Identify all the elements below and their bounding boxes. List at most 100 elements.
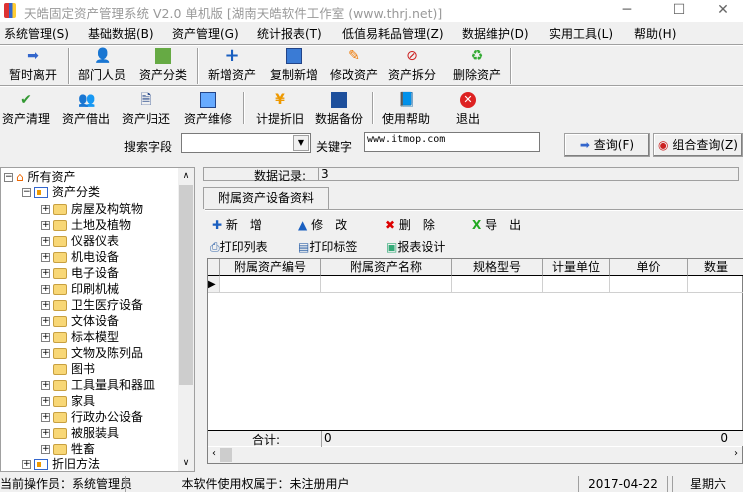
table-cell[interactable]: [610, 276, 688, 293]
column-header[interactable]: 附属资产编号: [220, 259, 321, 276]
scroll-up-icon[interactable]: ∧: [178, 168, 194, 184]
menu-asset-management[interactable]: 资产管理(G): [172, 25, 239, 42]
combo-query-button[interactable]: ◉ 组合查询(Z): [653, 133, 743, 157]
expand-icon[interactable]: +: [41, 429, 50, 438]
toolbar-separator: [510, 48, 512, 84]
tree-node-item[interactable]: + 牲畜: [41, 441, 95, 457]
scroll-thumb[interactable]: [220, 448, 232, 462]
tree-node-item[interactable]: + 卫生医疗设备: [41, 297, 143, 313]
tree-node-root[interactable]: − ⌂ 所有资产: [4, 169, 75, 185]
add-button[interactable]: ✚ 新 增: [212, 216, 262, 233]
tree-node-item[interactable]: + 被服装具: [41, 425, 119, 441]
tree-node-item[interactable]: + 工具量具和器皿: [41, 377, 155, 393]
column-header[interactable]: 规格型号: [452, 259, 543, 276]
menu-reports[interactable]: 统计报表(T): [257, 25, 322, 42]
expand-icon[interactable]: +: [22, 460, 31, 469]
table-cell[interactable]: [688, 276, 743, 293]
collapse-icon[interactable]: −: [4, 173, 13, 182]
export-button[interactable]: X 导 出: [472, 216, 521, 233]
tree-scrollbar[interactable]: ∧ ∨: [178, 168, 194, 471]
menu-tools[interactable]: 实用工具(L): [549, 25, 613, 42]
toolbar-repair-button[interactable]: 资产维修: [178, 92, 238, 127]
maximize-button[interactable]: ☐: [656, 0, 702, 22]
menu-consumables[interactable]: 低值易耗品管理(Z): [342, 25, 444, 42]
expand-icon[interactable]: +: [41, 301, 50, 310]
toolbar-clear-button[interactable]: ✔ 资产清理: [0, 92, 56, 127]
tree-node-category[interactable]: − 资产分类: [22, 184, 100, 200]
toolbar-depreciation-button[interactable]: ¥ 计提折旧: [250, 92, 310, 127]
toolbar-split-asset-button[interactable]: ⊘ 资产拆分: [382, 48, 442, 83]
query-button[interactable]: ➡ 查询(F): [564, 133, 650, 157]
tree-node-label: 资产分类: [52, 185, 101, 199]
card-icon: [34, 459, 48, 470]
scroll-thumb[interactable]: [179, 185, 193, 385]
tree-node-depreciation[interactable]: + 折旧方法: [22, 456, 100, 472]
expand-icon[interactable]: +: [41, 381, 50, 390]
toolbar-backup-button[interactable]: 数据备份: [309, 92, 369, 127]
tree-node-item[interactable]: + 标本模型: [41, 329, 119, 345]
delete-button[interactable]: ✖ 删 除: [385, 216, 435, 233]
tree-node-item[interactable]: + 房屋及构筑物: [41, 201, 143, 217]
column-header[interactable]: 数量: [688, 259, 743, 276]
minimize-button[interactable]: ─: [604, 0, 650, 22]
toolbar-quit-button[interactable]: ✕ 退出: [438, 92, 498, 127]
tree-node-item[interactable]: + 文物及陈列品: [41, 345, 143, 361]
column-header[interactable]: 附属资产名称: [321, 259, 452, 276]
toolbar-category-button[interactable]: 资产分类: [133, 48, 193, 83]
expand-icon[interactable]: +: [41, 413, 50, 422]
tree-node-item[interactable]: + 家具: [41, 393, 95, 409]
keyword-input[interactable]: [364, 132, 540, 152]
scroll-right-icon[interactable]: ›: [734, 448, 738, 459]
tree-node-item[interactable]: + 土地及植物: [41, 217, 131, 233]
expand-icon[interactable]: +: [41, 237, 50, 246]
expand-icon[interactable]: +: [41, 285, 50, 294]
expand-icon[interactable]: +: [41, 269, 50, 278]
tree-node-item[interactable]: + 仪器仪表: [41, 233, 119, 249]
table-cell[interactable]: [220, 276, 321, 293]
tree-node-item[interactable]: + 文体设备: [41, 313, 119, 329]
toolbar-edit-asset-button[interactable]: ✎ 修改资产: [324, 48, 384, 83]
expand-icon[interactable]: +: [41, 253, 50, 262]
print-label-button[interactable]: ▤打印标签: [298, 238, 357, 255]
toolbar-help-button[interactable]: 📘 使用帮助: [376, 92, 436, 127]
tree-node-item[interactable]: + 行政办公设备: [41, 409, 143, 425]
search-field-select[interactable]: ▼: [181, 133, 311, 153]
tree-node-item[interactable]: + 电子设备: [41, 265, 119, 281]
print-list-button[interactable]: ⎙打印列表: [210, 238, 268, 255]
grid-horizontal-scrollbar[interactable]: ‹ ›: [208, 447, 742, 463]
table-cell[interactable]: [321, 276, 452, 293]
menu-help[interactable]: 帮助(H): [634, 25, 676, 42]
menu-data-maintenance[interactable]: 数据维护(D): [462, 25, 529, 42]
collapse-icon[interactable]: −: [22, 188, 31, 197]
table-cell[interactable]: [452, 276, 543, 293]
tree-node-item[interactable]: + 机电设备: [41, 249, 119, 265]
edit-button[interactable]: ▲ 修 改: [298, 216, 347, 233]
expand-icon[interactable]: +: [41, 317, 50, 326]
toolbar-dept-staff-button[interactable]: 👤 部门人员: [72, 48, 132, 83]
expand-icon[interactable]: +: [41, 349, 50, 358]
expand-icon[interactable]: +: [41, 221, 50, 230]
close-button[interactable]: ✕: [700, 0, 743, 22]
expand-icon[interactable]: +: [41, 445, 50, 454]
tree-node-item[interactable]: + 印刷机械: [41, 281, 119, 297]
expand-icon[interactable]: +: [41, 333, 50, 342]
tree-node-item[interactable]: 图书: [41, 361, 95, 377]
expand-icon[interactable]: +: [41, 397, 50, 406]
toolbar-add-asset-button[interactable]: + 新增资产: [202, 47, 262, 83]
toolbar-return-button[interactable]: 🗎 资产归还: [116, 92, 176, 127]
tab-attached-assets[interactable]: 附属资产设备资料: [203, 187, 329, 209]
scroll-left-icon[interactable]: ‹: [212, 448, 216, 459]
toolbar-copy-add-button[interactable]: 复制新增: [264, 48, 324, 83]
column-header[interactable]: 计量单位: [543, 259, 610, 276]
menu-basic-data[interactable]: 基础数据(B): [88, 25, 154, 42]
expand-icon[interactable]: +: [41, 205, 50, 214]
table-cell[interactable]: [543, 276, 610, 293]
scroll-down-icon[interactable]: ∨: [178, 455, 194, 471]
toolbar-delete-asset-button[interactable]: ♻ 删除资产: [447, 48, 507, 83]
column-header[interactable]: 单价: [610, 259, 688, 276]
report-design-button[interactable]: ▣报表设计: [386, 238, 445, 255]
toolbar-leave-button[interactable]: ➡ 暂时离开: [3, 48, 63, 83]
menu-system[interactable]: 系统管理(S): [4, 25, 69, 42]
chevron-down-icon[interactable]: ▼: [293, 135, 309, 151]
toolbar-lend-button[interactable]: 👥 资产借出: [56, 92, 116, 127]
